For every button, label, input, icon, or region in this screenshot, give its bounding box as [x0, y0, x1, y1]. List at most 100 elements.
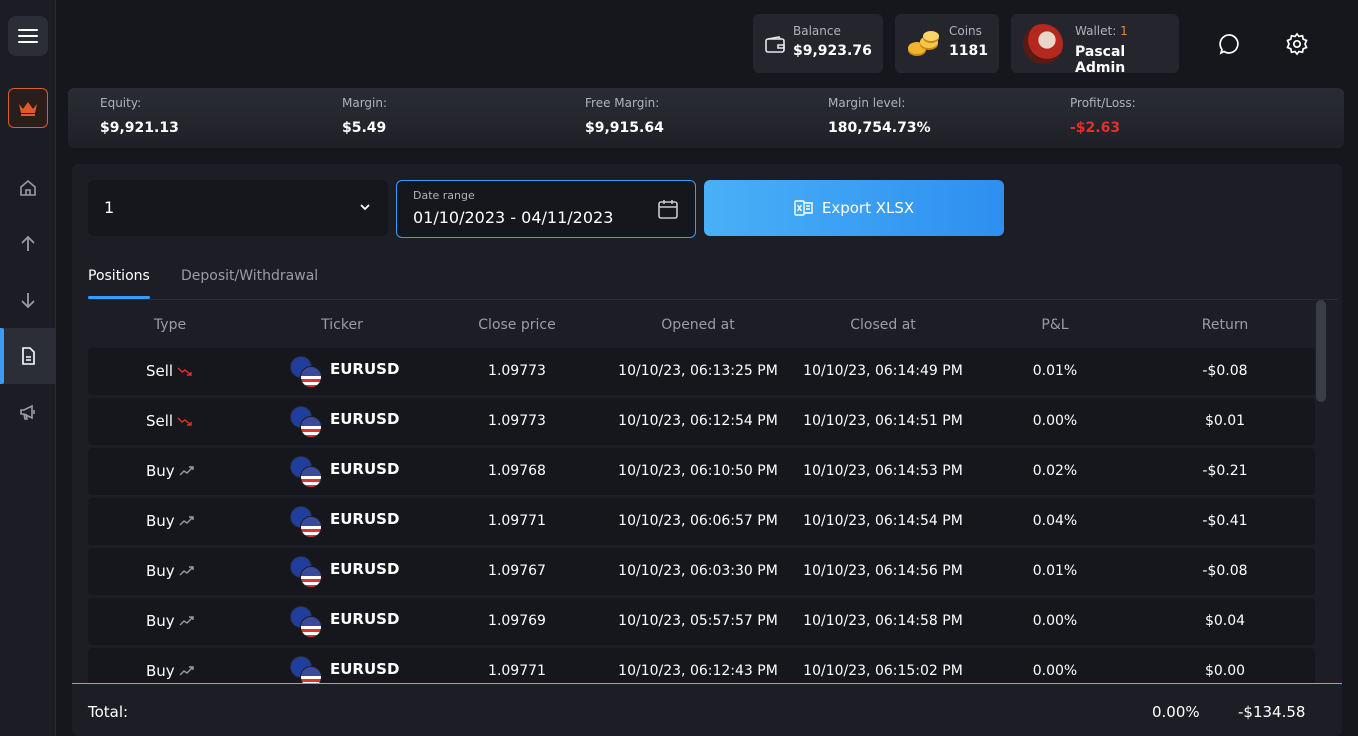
table-scrollbar[interactable] — [1316, 300, 1326, 402]
chat-icon — [1219, 34, 1239, 55]
return-cell: -$0.41 — [1202, 513, 1248, 529]
ticker-cell: EURUSD — [290, 506, 399, 538]
return-cell: $0.01 — [1204, 413, 1246, 429]
closed-at-cell: 10/10/23, 06:14:53 PM — [803, 463, 963, 479]
user-name: Pascal Admin — [1075, 44, 1126, 76]
table-row[interactable]: Buy EURUSD 1.09768 10/10/23, 06:10:50 PM… — [88, 448, 1315, 495]
wallet-label: Wallet: 1 — [1075, 24, 1128, 38]
closed-at-cell: 10/10/23, 06:15:02 PM — [803, 663, 963, 679]
us-flag-icon — [300, 466, 322, 488]
return-cell: -$0.08 — [1202, 563, 1248, 579]
pl-cell: 0.02% — [1032, 463, 1078, 479]
ticker-name: EURUSD — [330, 360, 400, 378]
history-panel: 1 Date range 01/10/2023 - 04/11/2023 Exp… — [72, 164, 1342, 736]
balance-label: Balance — [793, 24, 841, 38]
nav-promo[interactable] — [0, 384, 56, 440]
opened-at-cell: 10/10/23, 06:10:50 PM — [618, 463, 778, 479]
avatar — [1023, 24, 1063, 64]
settings-button[interactable] — [1277, 24, 1317, 64]
close-price-cell: 1.09773 — [488, 413, 546, 429]
col-close-price[interactable]: Close price — [478, 317, 555, 333]
closed-at-cell: 10/10/23, 06:14:54 PM — [803, 513, 963, 529]
export-xlsx-button[interactable]: Export XLSX — [704, 180, 1004, 236]
table-row[interactable]: Sell EURUSD 1.09773 10/10/23, 06:12:54 P… — [88, 398, 1315, 445]
menu-button[interactable] — [8, 16, 48, 56]
table-row[interactable]: Buy EURUSD 1.09771 10/10/23, 06:12:43 PM… — [88, 648, 1315, 684]
tab-deposit-withdrawal[interactable]: Deposit/Withdrawal — [181, 268, 318, 284]
opened-at-cell: 10/10/23, 05:57:57 PM — [618, 613, 778, 629]
chevron-down-icon — [360, 204, 370, 211]
col-opened-at[interactable]: Opened at — [661, 317, 734, 333]
close-price-cell: 1.09768 — [488, 463, 546, 479]
pl-cell: 0.00% — [1032, 613, 1078, 629]
col-closed-at[interactable]: Closed at — [850, 317, 916, 333]
coins-icon — [908, 31, 939, 56]
chat-button[interactable] — [1210, 24, 1250, 64]
ticker-cell: EURUSD — [290, 406, 399, 438]
arrow-up-icon — [21, 235, 35, 251]
col-type[interactable]: Type — [154, 317, 186, 333]
opened-at-cell: 10/10/23, 06:12:43 PM — [618, 663, 778, 679]
col-ticker[interactable]: Ticker — [321, 317, 363, 333]
account-select[interactable]: 1 — [88, 180, 388, 236]
table-row[interactable]: Buy EURUSD 1.09767 10/10/23, 06:03:30 PM… — [88, 548, 1315, 595]
trend-down-icon — [177, 417, 192, 426]
pl-cell: 0.00% — [1032, 413, 1078, 429]
opened-at-cell: 10/10/23, 06:06:57 PM — [618, 513, 778, 529]
document-icon — [22, 347, 35, 365]
tab-positions[interactable]: Positions — [88, 268, 150, 284]
free-margin-value: $9,915.64 — [585, 120, 664, 136]
home-icon — [20, 179, 36, 196]
us-flag-icon — [300, 666, 322, 684]
crown-button[interactable] — [8, 88, 48, 128]
nav-history[interactable] — [0, 328, 56, 384]
type-cell: Sell — [146, 362, 193, 380]
trend-up-icon — [179, 666, 194, 676]
coins-value: 1181 — [949, 43, 988, 59]
us-flag-icon — [300, 616, 322, 638]
close-price-cell: 1.09771 — [488, 663, 546, 679]
type-cell: Sell — [146, 412, 193, 430]
us-flag-icon — [300, 516, 322, 538]
col-pl[interactable]: P&L — [1041, 317, 1068, 333]
account-stats: Equity: $9,921.13 Margin: $5.49 Free Mar… — [68, 88, 1344, 148]
date-range-value: 01/10/2023 - 04/11/2023 — [413, 208, 614, 227]
coins-card[interactable]: Coins 1181 — [895, 14, 999, 73]
close-price-cell: 1.09769 — [488, 613, 546, 629]
nav-home[interactable] — [0, 160, 56, 216]
trend-up-icon — [179, 566, 194, 576]
trend-up-icon — [179, 516, 194, 526]
balance-card[interactable]: Balance $9,923.76 — [753, 14, 883, 73]
total-label: Total: — [88, 703, 129, 721]
account-select-value: 1 — [104, 198, 115, 217]
pl-cell: 0.01% — [1032, 563, 1078, 579]
user-card[interactable]: Wallet: 1 Pascal Admin — [1011, 14, 1179, 76]
ticker-name: EURUSD — [330, 410, 400, 428]
table-row[interactable]: Sell EURUSD 1.09773 10/10/23, 06:13:25 P… — [88, 348, 1315, 395]
equity-label: Equity: — [100, 96, 142, 110]
closed-at-cell: 10/10/23, 06:14:58 PM — [803, 613, 963, 629]
close-price-cell: 1.09773 — [488, 363, 546, 379]
close-price-cell: 1.09771 — [488, 513, 546, 529]
calendar-icon[interactable] — [657, 198, 679, 220]
closed-at-cell: 10/10/23, 06:14:49 PM — [803, 363, 963, 379]
nav-deposit[interactable] — [0, 216, 56, 272]
date-range-picker[interactable]: Date range 01/10/2023 - 04/11/2023 — [396, 180, 696, 238]
us-flag-icon — [300, 416, 322, 438]
tabs: Positions Deposit/Withdrawal — [88, 260, 1338, 300]
table-row[interactable]: Buy EURUSD 1.09769 10/10/23, 05:57:57 PM… — [88, 598, 1315, 645]
total-return: -$134.58 — [1238, 703, 1306, 721]
return-cell: -$0.21 — [1202, 463, 1248, 479]
table-row[interactable]: Buy EURUSD 1.09771 10/10/23, 06:06:57 PM… — [88, 498, 1315, 545]
type-cell: Buy — [146, 662, 195, 680]
us-flag-icon — [300, 366, 322, 388]
nav-withdraw[interactable] — [0, 272, 56, 328]
return-cell: $0.04 — [1204, 613, 1246, 629]
balance-value: $9,923.76 — [793, 43, 872, 59]
opened-at-cell: 10/10/23, 06:13:25 PM — [618, 363, 778, 379]
return-cell: -$0.08 — [1202, 363, 1248, 379]
trend-up-icon — [179, 616, 194, 626]
us-flag-icon — [300, 566, 322, 588]
col-return[interactable]: Return — [1202, 317, 1248, 333]
megaphone-icon — [20, 404, 35, 420]
